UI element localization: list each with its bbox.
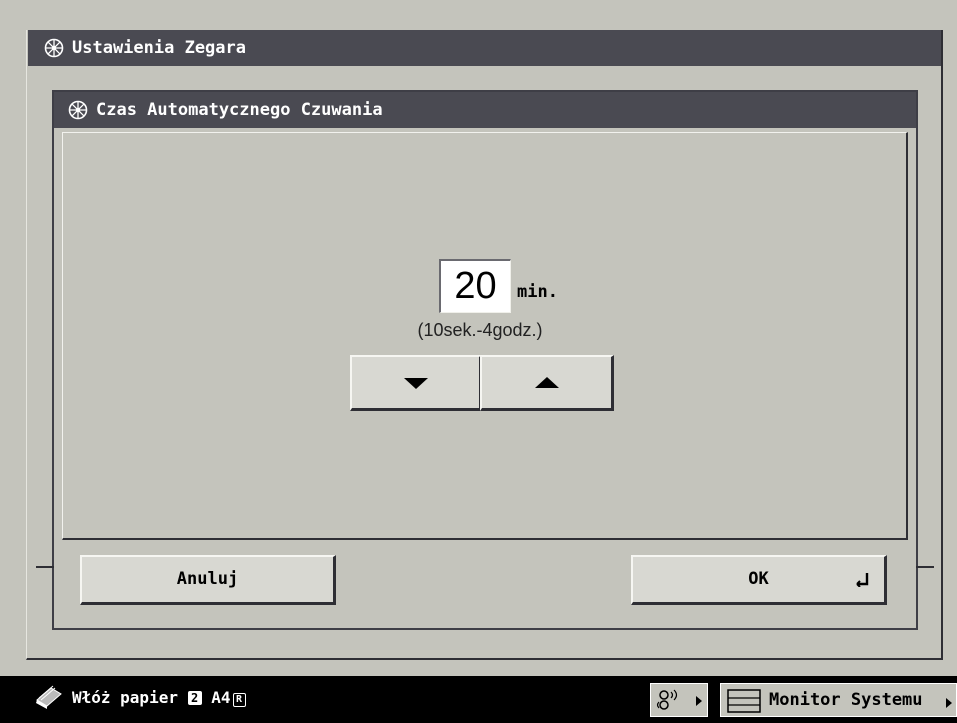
settings-wheel-icon xyxy=(44,38,64,58)
time-unit-label: min. xyxy=(517,282,558,302)
settings-wheel-icon xyxy=(68,100,88,120)
cancel-button[interactable]: Anuluj xyxy=(80,555,336,605)
ok-button-label: OK xyxy=(748,569,769,589)
system-monitor-button[interactable]: Monitor Systemu xyxy=(720,683,957,717)
increase-button[interactable] xyxy=(480,355,614,411)
range-hint: (10sek.-4godz.) xyxy=(417,320,543,340)
paper-tray-icon xyxy=(36,685,62,709)
system-monitor-label: Monitor Systemu xyxy=(769,690,923,710)
window-title: Ustawienia Zegara xyxy=(72,38,246,58)
window-titlebar: Ustawienia Zegara xyxy=(28,30,941,66)
status-message: Włóż papier 2 A4 R xyxy=(72,688,246,707)
status-message-text: Włóż papier xyxy=(72,688,178,707)
arrow-down-icon xyxy=(403,377,428,389)
ok-button[interactable]: OK xyxy=(631,555,887,605)
divider xyxy=(916,566,934,568)
arrow-right-icon xyxy=(696,696,702,706)
arrow-right-icon xyxy=(946,698,952,708)
network-status-button[interactable] xyxy=(650,683,708,717)
orientation-badge: R xyxy=(232,693,246,707)
divider xyxy=(36,566,54,568)
decrease-button[interactable] xyxy=(350,355,482,411)
paper-size: A4 xyxy=(211,688,231,707)
dialog-title: Czas Automatycznego Czuwania xyxy=(96,100,383,120)
network-status-icon xyxy=(656,689,678,710)
time-value-display: 20 xyxy=(439,259,511,313)
tray-number-badge: 2 xyxy=(187,691,202,705)
system-monitor-icon xyxy=(727,689,761,713)
dialog-titlebar: Czas Automatycznego Czuwania xyxy=(54,92,916,128)
arrow-up-icon xyxy=(534,376,559,388)
enter-icon xyxy=(856,573,869,587)
